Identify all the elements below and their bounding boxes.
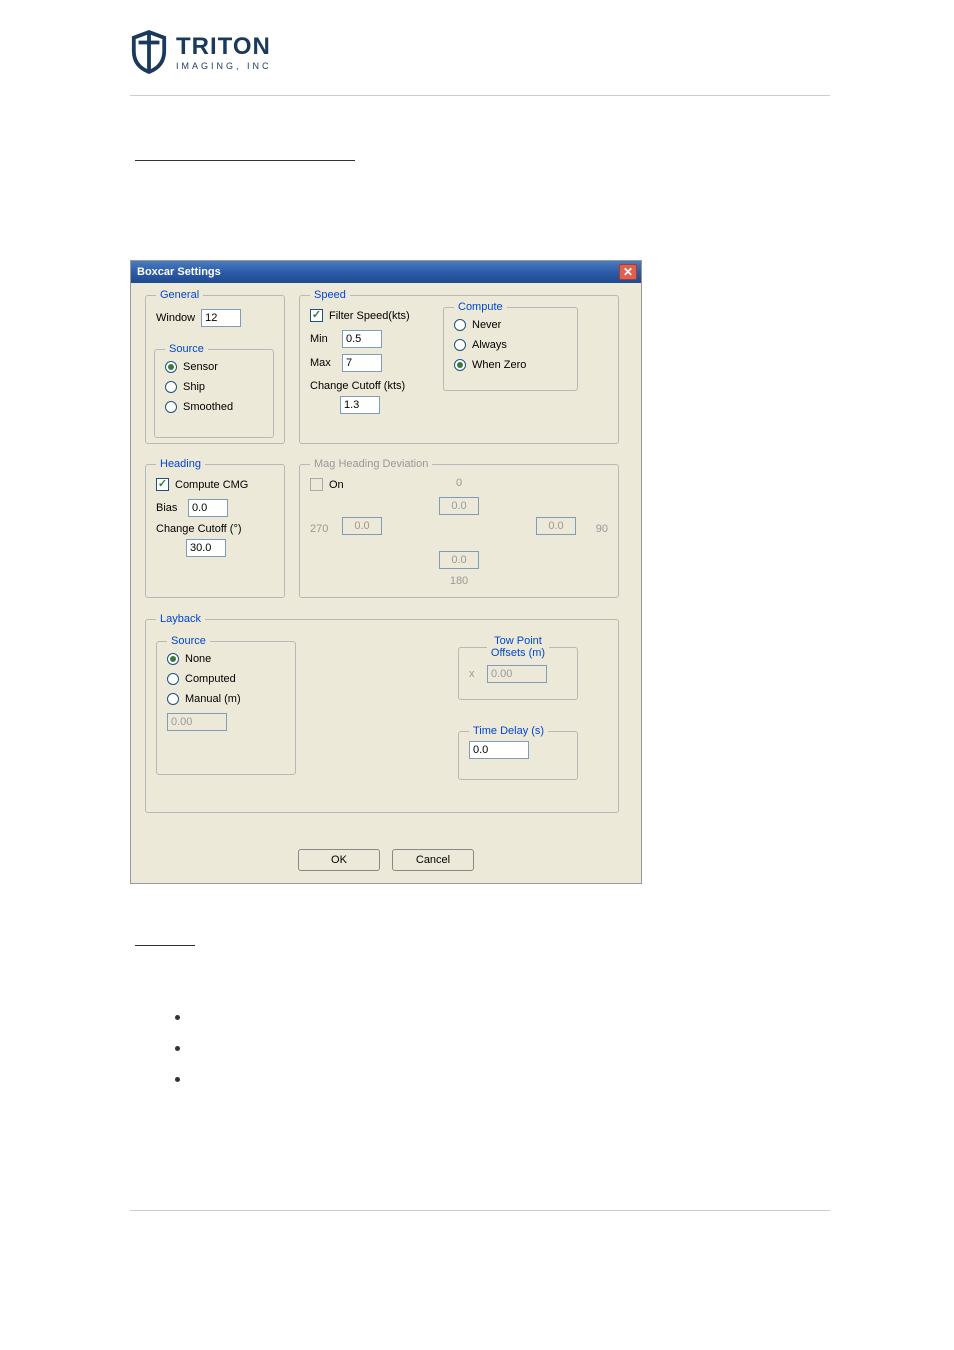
heading-group: Heading Compute CMG Bias Change Cutoff (… <box>145 458 285 598</box>
compute-cmg-checkbox[interactable]: Compute CMG <box>156 478 274 491</box>
timedelay-legend: Time Delay (s) <box>469 725 548 737</box>
mag-top-label: 0 <box>456 477 462 489</box>
header-divider <box>130 95 830 96</box>
radio-icon <box>454 339 466 351</box>
layback-manual-input <box>167 713 227 731</box>
dialog-title: Boxcar Settings <box>137 266 221 278</box>
filter-speed-checkbox[interactable]: Filter Speed(kts) <box>310 309 440 322</box>
mag-bottom-input <box>439 551 479 569</box>
layback-none-radio[interactable]: None <box>167 653 285 665</box>
speed-cutoff-input[interactable] <box>340 396 380 414</box>
radio-icon <box>165 361 177 373</box>
heading-legend: Heading <box>156 458 205 470</box>
speed-cutoff-label: Change Cutoff (kts) <box>310 380 405 392</box>
mag-left-input <box>342 517 382 535</box>
dialog-button-row: OK Cancel <box>131 849 641 871</box>
towpoint-legend: Tow PointOffsets (m) <box>487 635 549 659</box>
mag-bottom-label: 180 <box>450 575 468 587</box>
bullet-icon <box>175 1077 180 1082</box>
source-smoothed-radio[interactable]: Smoothed <box>165 401 263 413</box>
window-input[interactable] <box>201 309 241 327</box>
heading-cutoff-label: Change Cutoff (°) <box>156 523 242 535</box>
towpoint-group: Tow PointOffsets (m) x <box>458 635 578 700</box>
source-ship-radio[interactable]: Ship <box>165 381 263 393</box>
checkbox-icon <box>310 309 323 322</box>
dialog-body: General Window Source Sensor Ship Smooth… <box>131 283 641 883</box>
compute-legend: Compute <box>454 301 507 313</box>
layback-source-group: Source None Computed Manual (m) <box>156 635 296 775</box>
speed-group: Speed Filter Speed(kts) Min Max Change C… <box>299 289 619 444</box>
general-legend: General <box>156 289 203 301</box>
radio-icon <box>454 319 466 331</box>
layback-computed-radio[interactable]: Computed <box>167 673 285 685</box>
bullet-icon <box>175 1046 180 1051</box>
mag-top-input <box>439 497 479 515</box>
radio-icon <box>167 673 179 685</box>
bias-input[interactable] <box>188 499 228 517</box>
general-source-legend: Source <box>165 343 208 355</box>
compute-never-radio[interactable]: Never <box>454 319 567 331</box>
radio-icon <box>165 401 177 413</box>
ok-button[interactable]: OK <box>298 849 380 871</box>
timedelay-group: Time Delay (s) <box>458 725 578 780</box>
subsection-underline <box>135 945 195 946</box>
speed-legend: Speed <box>310 289 350 301</box>
footer-divider <box>130 1210 830 1211</box>
radio-icon <box>454 359 466 371</box>
mag-legend: Mag Heading Deviation <box>310 458 432 470</box>
compute-group: Compute Never Always When Zero <box>443 301 578 391</box>
timedelay-input[interactable] <box>469 741 529 759</box>
layback-group: Layback Source None Computed Manual (m) … <box>145 613 619 813</box>
radio-icon <box>165 381 177 393</box>
layback-source-legend: Source <box>167 635 210 647</box>
min-label: Min <box>310 333 336 345</box>
window-label: Window <box>156 312 195 324</box>
close-icon[interactable]: ✕ <box>619 264 637 280</box>
dialog-titlebar[interactable]: Boxcar Settings ✕ <box>131 261 641 283</box>
section-heading-underline <box>135 160 355 161</box>
general-group: General Window Source Sensor Ship Smooth… <box>145 289 285 444</box>
mag-right-input <box>536 517 576 535</box>
source-sensor-radio[interactable]: Sensor <box>165 361 263 373</box>
logo: TRITON IMAGING, INC <box>130 30 272 74</box>
speed-min-input[interactable] <box>342 330 382 348</box>
bias-label: Bias <box>156 502 182 514</box>
layback-legend: Layback <box>156 613 205 625</box>
logo-shield-icon <box>130 30 168 74</box>
heading-cutoff-input[interactable] <box>186 539 226 557</box>
general-source-group: Source Sensor Ship Smoothed <box>154 343 274 438</box>
mag-right-label: 90 <box>596 523 608 535</box>
mag-heading-group: Mag Heading Deviation On 0 270 90 180 <box>299 458 619 598</box>
logo-sub-text: IMAGING, INC <box>176 61 272 71</box>
logo-main-text: TRITON <box>176 33 272 61</box>
compute-always-radio[interactable]: Always <box>454 339 567 351</box>
mag-left-label: 270 <box>310 523 328 535</box>
max-label: Max <box>310 357 336 369</box>
bullet-icon <box>175 1015 180 1020</box>
checkbox-icon <box>156 478 169 491</box>
boxcar-settings-dialog: Boxcar Settings ✕ General Window Source … <box>130 260 642 884</box>
layback-manual-radio[interactable]: Manual (m) <box>167 693 285 705</box>
speed-max-input[interactable] <box>342 354 382 372</box>
compute-whenzero-radio[interactable]: When Zero <box>454 359 567 371</box>
towpoint-x-input <box>487 665 547 683</box>
radio-icon <box>167 693 179 705</box>
cancel-button[interactable]: Cancel <box>392 849 474 871</box>
towpoint-x-label: x <box>469 668 481 680</box>
radio-icon <box>167 653 179 665</box>
bullet-list <box>175 1015 180 1108</box>
